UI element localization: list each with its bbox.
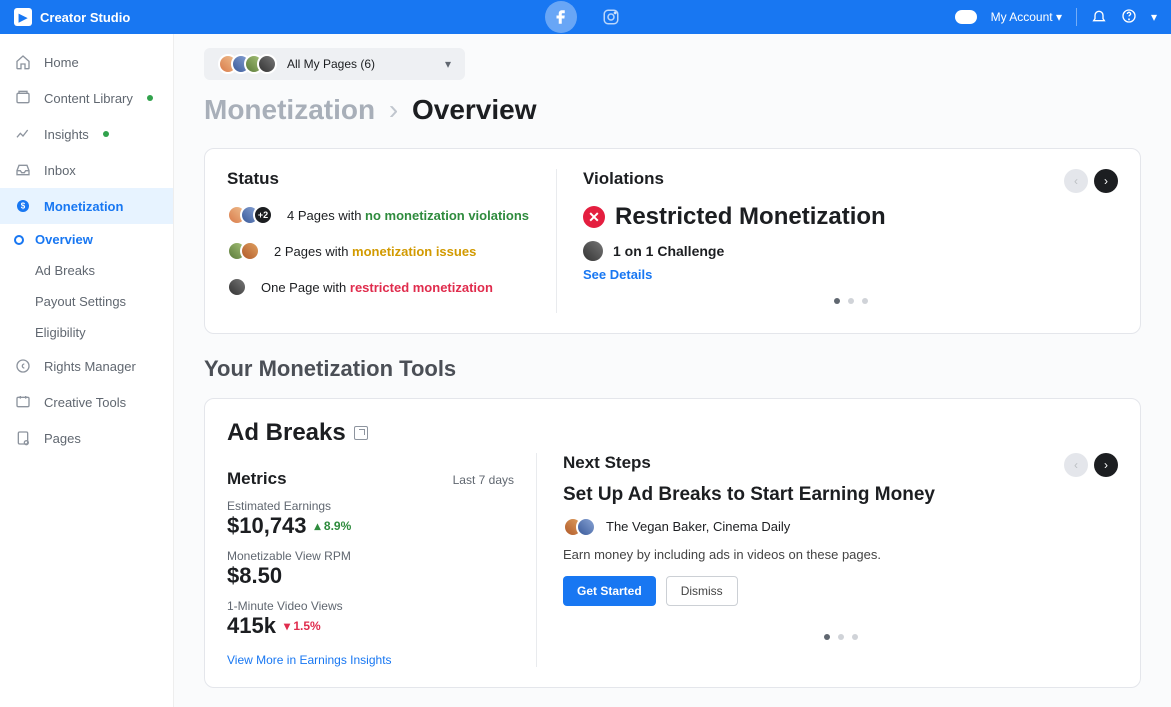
dollar-icon: $ <box>14 198 32 214</box>
brand[interactable]: ▶ Creator Studio <box>14 8 130 26</box>
delta-up: ▴ 8.9% <box>315 519 352 533</box>
prev-arrow: ‹ <box>1064 453 1088 477</box>
sub-item-eligibility[interactable]: Eligibility <box>0 317 173 348</box>
platform-switcher <box>545 1 627 33</box>
prev-arrow: ‹ <box>1064 169 1088 193</box>
sidebar-item-content-library[interactable]: Content Library <box>0 80 173 116</box>
adbreaks-title: Ad Breaks <box>227 419 1118 447</box>
page-avatars <box>218 54 277 74</box>
sub-item-overview[interactable]: Overview <box>0 224 173 255</box>
page-title: Overview <box>412 94 537 125</box>
sub-item-payout-settings[interactable]: Payout Settings <box>0 286 173 317</box>
metric-label: 1-Minute Video Views <box>227 599 514 613</box>
page-selector[interactable]: All My Pages (6) ▾ <box>204 48 465 80</box>
see-details-link[interactable]: See Details <box>583 267 1118 282</box>
estimated-earnings-value: $10,743 ▴ 8.9% <box>227 513 514 539</box>
sidebar-item-label: Insights <box>44 127 89 142</box>
sidebar-item-pages[interactable]: Pages <box>0 420 173 456</box>
sidebar: Home Content Library Insights Inbox $ Mo… <box>0 34 174 707</box>
bell-icon[interactable] <box>1091 8 1107 27</box>
sidebar-item-home[interactable]: Home <box>0 44 173 80</box>
next-steps-heading: Set Up Ad Breaks to Start Earning Money <box>563 483 1118 507</box>
status-title: Status <box>227 169 534 189</box>
tools-heading: Your Monetization Tools <box>204 356 1141 382</box>
sidebar-item-label: Inbox <box>44 163 76 178</box>
sidebar-item-label: Monetization <box>44 199 123 214</box>
dismiss-button[interactable]: Dismiss <box>666 576 738 606</box>
carousel-dots <box>583 298 1118 304</box>
library-icon <box>14 90 32 106</box>
adbreaks-card: Ad Breaks Metrics Last 7 days Estimated … <box>204 398 1141 688</box>
violation-page: 1 on 1 Challenge <box>583 241 1118 261</box>
view-more-link[interactable]: View More in Earnings Insights <box>227 653 514 667</box>
status-row-good[interactable]: +2 4 Pages with no monetization violatio… <box>227 205 534 225</box>
metrics-title: Metrics <box>227 469 287 489</box>
get-started-button[interactable]: Get Started <box>563 576 656 606</box>
violation-heading: ✕ Restricted Monetization <box>583 203 1118 231</box>
next-steps-desc: Earn money by including ads in videos on… <box>563 547 1118 562</box>
inbox-icon <box>14 162 32 178</box>
copyright-icon <box>14 358 32 374</box>
pages-icon <box>14 430 32 446</box>
facebook-icon[interactable] <box>545 1 577 33</box>
carousel-dots <box>563 634 1118 640</box>
delta-down: ▾ 1.5% <box>284 619 321 633</box>
avatar <box>955 10 977 24</box>
view-rpm-value: $8.50 <box>227 563 514 589</box>
breadcrumb: Monetization › Overview <box>204 94 1141 126</box>
account-menu[interactable]: My Account ▾ <box>991 10 1062 24</box>
tools-icon <box>14 394 32 410</box>
creator-studio-icon: ▶ <box>14 8 32 26</box>
status-card: Status +2 4 Pages with no monetization v… <box>204 148 1141 334</box>
brand-label: Creator Studio <box>40 10 130 25</box>
new-badge <box>103 131 109 137</box>
top-bar: ▶ Creator Studio My Account ▾ ▾ <box>0 0 1171 34</box>
sidebar-item-label: Home <box>44 55 79 70</box>
svg-text:$: $ <box>21 202 26 211</box>
external-link-icon[interactable] <box>354 426 368 440</box>
top-right: My Account ▾ ▾ <box>955 8 1157 27</box>
chevron-right-icon: › <box>389 94 398 125</box>
sub-item-ad-breaks[interactable]: Ad Breaks <box>0 255 173 286</box>
x-circle-icon: ✕ <box>583 206 605 228</box>
next-arrow[interactable]: › <box>1094 453 1118 477</box>
insights-icon <box>14 126 32 142</box>
chevron-down-icon: ▾ <box>445 57 451 71</box>
next-arrow[interactable]: › <box>1094 169 1118 193</box>
home-icon <box>14 54 32 70</box>
sidebar-item-rights-manager[interactable]: Rights Manager <box>0 348 173 384</box>
sidebar-item-label: Rights Manager <box>44 359 136 374</box>
sidebar-item-insights[interactable]: Insights <box>0 116 173 152</box>
sidebar-item-monetization[interactable]: $ Monetization <box>0 188 173 224</box>
metric-label: Monetizable View RPM <box>227 549 514 563</box>
metrics-range: Last 7 days <box>453 473 514 487</box>
sidebar-item-label: Pages <box>44 431 81 446</box>
sidebar-item-label: Creative Tools <box>44 395 126 410</box>
instagram-icon[interactable] <box>595 1 627 33</box>
sidebar-item-inbox[interactable]: Inbox <box>0 152 173 188</box>
metric-label: Estimated Earnings <box>227 499 514 513</box>
status-row-restricted[interactable]: One Page with restricted monetization <box>227 277 534 297</box>
sidebar-item-label: Content Library <box>44 91 133 106</box>
next-steps-title: Next Steps <box>563 453 1118 473</box>
chevron-down-icon[interactable]: ▾ <box>1151 10 1157 24</box>
sidebar-item-creative-tools[interactable]: Creative Tools <box>0 384 173 420</box>
new-badge <box>147 95 153 101</box>
divider <box>1076 8 1077 26</box>
help-icon[interactable] <box>1121 8 1137 27</box>
status-row-warn[interactable]: 2 Pages with monetization issues <box>227 241 534 261</box>
main-content: All My Pages (6) ▾ Monetization › Overvi… <box>174 34 1171 707</box>
violations-title: Violations <box>583 169 1118 189</box>
breadcrumb-parent[interactable]: Monetization <box>204 94 375 125</box>
next-steps-pages: The Vegan Baker, Cinema Daily <box>563 517 1118 537</box>
page-selector-label: All My Pages (6) <box>287 57 375 71</box>
video-views-value: 415k ▾ 1.5% <box>227 613 514 639</box>
